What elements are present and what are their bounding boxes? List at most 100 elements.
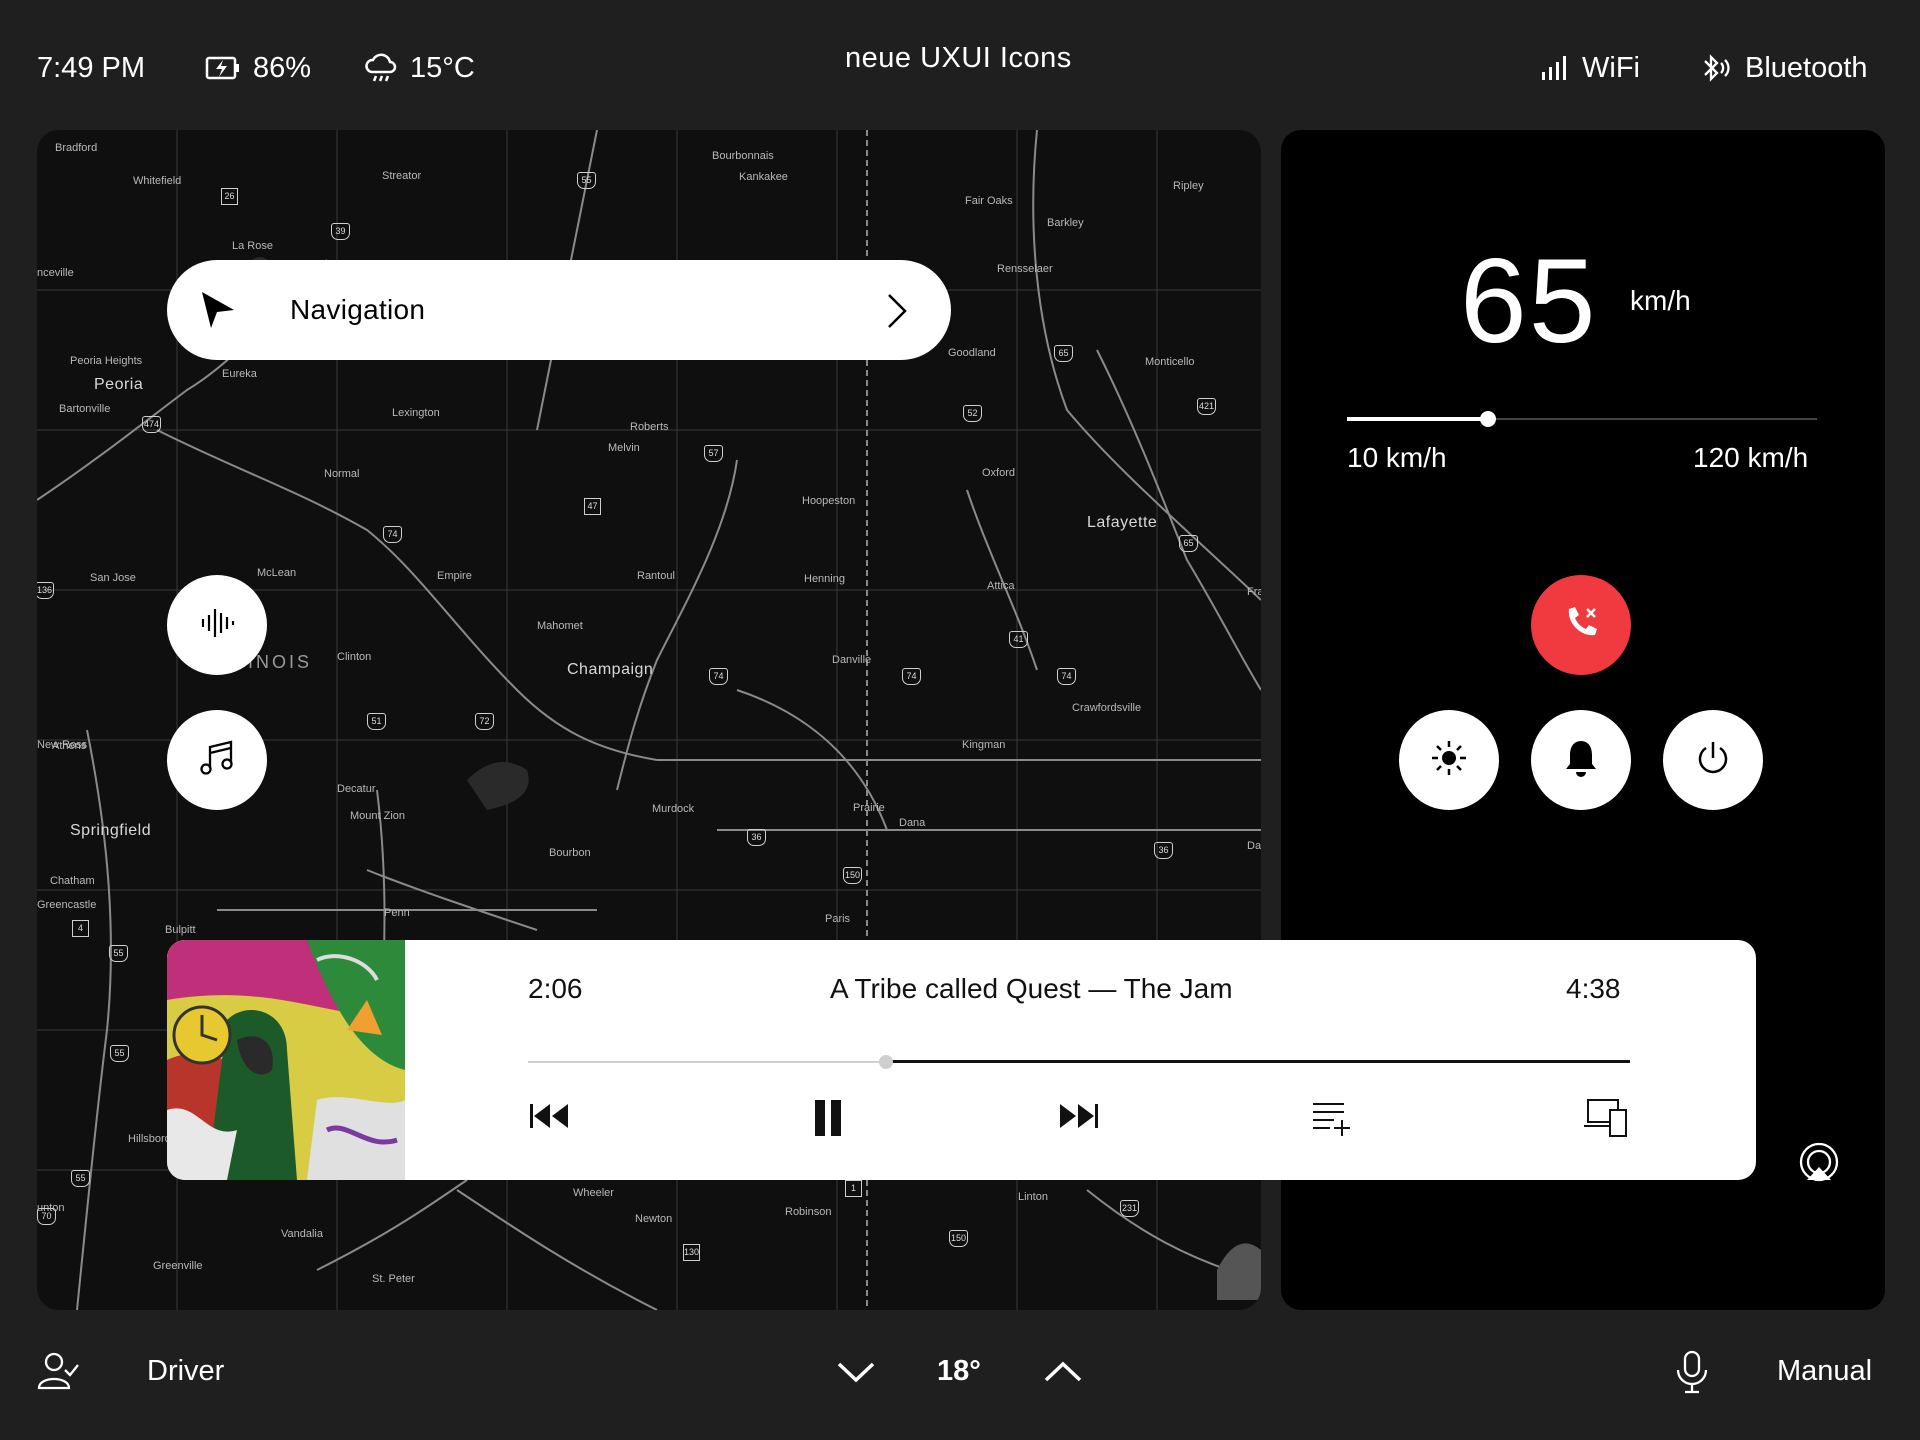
notifications-button[interactable] xyxy=(1531,710,1631,810)
voice-assistant-button[interactable] xyxy=(167,575,267,675)
highway-shield: 55 xyxy=(109,945,128,962)
temperature-value: 18° xyxy=(937,1355,981,1387)
music-button[interactable] xyxy=(167,710,267,810)
microphone-button[interactable] xyxy=(1673,1350,1711,1399)
wifi-text: WiFi xyxy=(1582,51,1640,84)
city-label: Barkley xyxy=(1047,217,1084,229)
city-label: Mount Zion xyxy=(350,810,406,822)
slider-thumb[interactable] xyxy=(1480,411,1496,427)
bluetooth-icon xyxy=(1697,52,1733,84)
city-label: Eureka xyxy=(222,368,257,380)
city-label: St. Peter xyxy=(372,1273,415,1285)
brightness-icon xyxy=(1429,738,1469,783)
city-label: Crawfordsville xyxy=(1072,702,1142,714)
highway-shield: 36 xyxy=(1154,842,1173,859)
bell-icon xyxy=(1561,737,1601,784)
power-button[interactable] xyxy=(1663,710,1763,810)
city-label: Rantoul xyxy=(637,570,675,582)
highway-shield: 150 xyxy=(843,867,862,884)
wifi-status[interactable]: WiFi xyxy=(1540,48,1640,88)
bluetooth-text: Bluetooth xyxy=(1745,51,1868,84)
highway-shield: 65 xyxy=(1054,345,1073,362)
state-label: INOIS xyxy=(248,652,313,672)
city-label: Clinton xyxy=(337,651,372,663)
devices-button[interactable] xyxy=(1582,1096,1630,1143)
city-label: Kingman xyxy=(962,739,1006,751)
chevron-right-icon xyxy=(885,292,909,335)
profile-button[interactable] xyxy=(37,1350,79,1397)
highway-shield: 70 xyxy=(37,1208,56,1225)
progress-thumb[interactable] xyxy=(879,1055,893,1069)
end-call-button[interactable] xyxy=(1531,575,1631,675)
city-label: Henning xyxy=(804,573,845,585)
elapsed-time: 2:06 xyxy=(528,973,583,1004)
previous-button[interactable] xyxy=(528,1098,572,1139)
temperature-up-button[interactable] xyxy=(1042,1358,1084,1391)
chevron-down-icon xyxy=(835,1362,877,1390)
playback-progress[interactable] xyxy=(528,1050,1630,1074)
city-label: Greencastle xyxy=(37,899,97,911)
route-shield: 130 xyxy=(683,1244,700,1261)
highway-shield: 74 xyxy=(709,668,728,685)
battery-icon xyxy=(205,55,241,81)
city-label: Whitefield xyxy=(133,175,182,187)
battery-text: 86% xyxy=(253,51,312,84)
pause-button[interactable] xyxy=(811,1098,847,1143)
highway-shield: 74 xyxy=(902,668,921,685)
city-label: Melvin xyxy=(608,442,640,454)
end-call-icon xyxy=(1561,603,1601,648)
clock: 7:49 PM xyxy=(37,48,145,88)
navigation-button[interactable]: Navigation xyxy=(167,260,951,360)
highway-shield: 55 xyxy=(577,172,596,189)
route-shield: 26 xyxy=(221,188,238,205)
brightness-button[interactable] xyxy=(1399,710,1499,810)
highway-shield: 65 xyxy=(1179,535,1198,552)
media-player: 2:06 A Tribe called Quest — The Jam 4:38 xyxy=(167,940,1756,1180)
city-label: Normal xyxy=(324,468,360,480)
previous-icon xyxy=(528,1104,572,1138)
weather-text: 15°C xyxy=(410,51,475,84)
city-label: Bulpitt xyxy=(165,924,196,936)
city-label: Penn xyxy=(384,907,410,919)
temperature-down-button[interactable] xyxy=(835,1358,877,1391)
city-label: Oxford xyxy=(982,467,1016,479)
city-label: Hoopeston xyxy=(802,495,856,507)
highway-shield: 136 xyxy=(37,582,54,599)
city-label: Hillsboro xyxy=(128,1133,171,1145)
highway-shield: 421 xyxy=(1197,398,1216,415)
city-label: Robinson xyxy=(785,1206,832,1218)
speed-limit-slider[interactable] xyxy=(1347,406,1817,436)
signal-bars-icon xyxy=(1540,54,1570,82)
city-label: Bartonville xyxy=(59,403,111,415)
city-label-major: Lafayette xyxy=(1087,514,1158,531)
add-to-queue-button[interactable] xyxy=(1310,1098,1354,1143)
next-button[interactable] xyxy=(1056,1098,1100,1139)
highway-shield: 74 xyxy=(1057,668,1076,685)
climate-mode-label[interactable]: Manual xyxy=(1777,1355,1872,1388)
profile-label[interactable]: Driver xyxy=(147,1355,224,1388)
city-label: Paris xyxy=(825,913,851,925)
highway-shield: 41 xyxy=(1009,631,1028,648)
album-art[interactable] xyxy=(167,940,405,1180)
time-text: 7:49 PM xyxy=(37,51,145,84)
slider-max-label: 120 km/h xyxy=(1693,442,1809,473)
highway-shield: 74 xyxy=(383,526,402,543)
city-label: Rensselaer xyxy=(997,263,1053,275)
power-icon xyxy=(1693,738,1733,783)
city-label: Vandalia xyxy=(281,1228,323,1240)
city-label: Bourbon xyxy=(549,847,591,859)
city-label: Dai xyxy=(1247,840,1261,852)
pause-icon xyxy=(811,1100,847,1142)
city-label: nceville xyxy=(37,267,74,279)
bluetooth-status[interactable]: Bluetooth xyxy=(1697,48,1868,88)
highway-shield: 474 xyxy=(142,416,161,433)
airplay-button[interactable] xyxy=(1797,1140,1841,1189)
city-label: Newton xyxy=(635,1213,673,1225)
highway-shield: 39 xyxy=(331,223,350,240)
route-shield: 47 xyxy=(584,498,601,515)
city-label: Attica xyxy=(987,580,1015,592)
highway-shield: 57 xyxy=(704,445,723,462)
city-label: Fra xyxy=(1247,586,1261,598)
microphone-icon xyxy=(1673,1350,1711,1398)
slider-min-label: 10 km/h xyxy=(1347,442,1447,473)
